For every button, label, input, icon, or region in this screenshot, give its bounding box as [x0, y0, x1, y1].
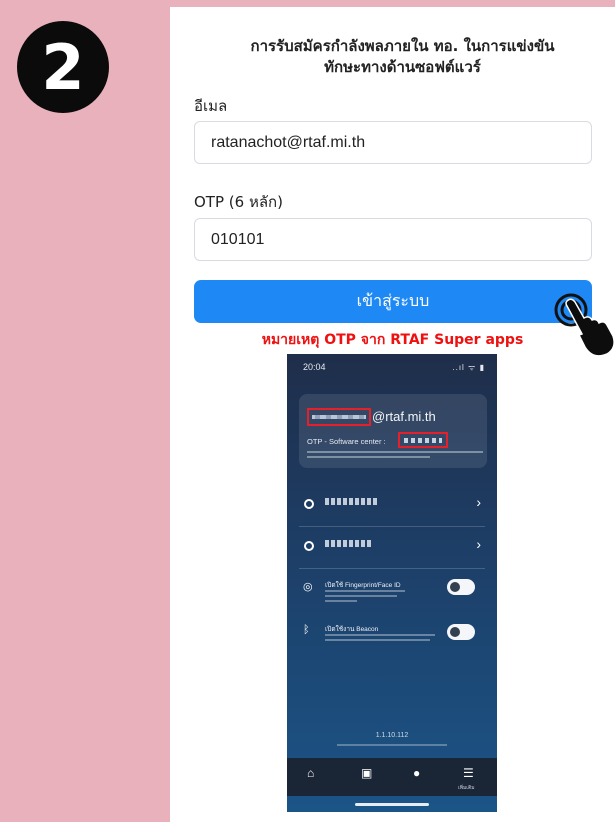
beacon-toggle	[447, 624, 475, 640]
blurred-email-highlight	[307, 408, 371, 426]
phone-beacon-title: เปิดใช้งาน Beacon	[325, 626, 379, 633]
phone-status-icons: ..ıl ᯤ ▮	[452, 363, 485, 372]
form-title-line2: ทักษะทางด้านซอฟต์แวร์	[324, 58, 481, 76]
nav-more-label: เพิ่มเติม	[458, 785, 475, 791]
otp-highlight-box	[398, 432, 448, 448]
phone-account-card: @rtaf.mi.th OTP - Software center :	[299, 394, 487, 468]
phone-version-subtext	[337, 744, 447, 746]
phone-app-version: 1.1.10.112	[375, 732, 409, 739]
phone-fingerprint-desc	[325, 590, 405, 604]
blurred-otp-code	[404, 437, 442, 443]
home-icon: ⌂	[307, 766, 315, 780]
phone-menu-vpn: ›	[287, 492, 497, 520]
phone-time: 20:04	[303, 362, 326, 372]
phone-beacon-desc	[325, 634, 435, 648]
phone-menu-manual-label	[325, 540, 373, 547]
form-title-line1: การรับสมัครกำลังพลภายใน ทอ. ในการแข่งขัน	[250, 37, 555, 55]
vpn-icon	[304, 499, 314, 509]
divider	[299, 568, 485, 569]
otp-input[interactable]	[194, 218, 592, 261]
pointing-hand-icon	[554, 293, 615, 357]
phone-home-indicator	[355, 803, 429, 806]
form-title: การรับสมัครกำลังพลภายใน ทอ. ในการแข่งขัน…	[190, 36, 615, 78]
phone-menu-manual: ›	[287, 534, 497, 562]
divider	[299, 526, 485, 527]
fingerprint-icon: ◎	[303, 581, 313, 593]
fingerprint-toggle	[447, 579, 475, 595]
manual-icon	[304, 541, 314, 551]
profile-icon: ●	[413, 766, 421, 780]
phone-bottom-nav: ⌂ ▣ ● ☰ เพิ่มเติม	[287, 758, 497, 796]
bluetooth-icon: ᛒ	[303, 624, 310, 636]
chevron-right-icon: ›	[476, 536, 481, 552]
step-number-badge: 2	[17, 21, 109, 113]
login-panel: การรับสมัครกำลังพลภายใน ทอ. ในการแข่งขัน…	[170, 7, 615, 822]
chevron-right-icon: ›	[476, 494, 481, 510]
menu-icon: ☰	[463, 766, 474, 780]
phone-email-domain: @rtaf.mi.th	[372, 409, 436, 424]
otp-label: OTP (6 หลัก)	[194, 193, 283, 211]
login-button[interactable]: เข้าสู่ระบบ	[194, 280, 592, 323]
phone-fingerprint-title: เปิดใช้ Fingerprint/Face ID	[325, 582, 401, 589]
phone-screenshot: 20:04 ..ıl ᯤ ▮ @rtaf.mi.th OTP - Softwar…	[287, 354, 497, 812]
email-label: อีเมล	[194, 97, 228, 115]
news-icon: ▣	[361, 766, 373, 780]
phone-menu-vpn-label	[325, 498, 377, 505]
email-input[interactable]	[194, 121, 592, 164]
phone-card-description	[307, 451, 483, 461]
phone-otp-label: OTP - Software center :	[307, 437, 386, 446]
